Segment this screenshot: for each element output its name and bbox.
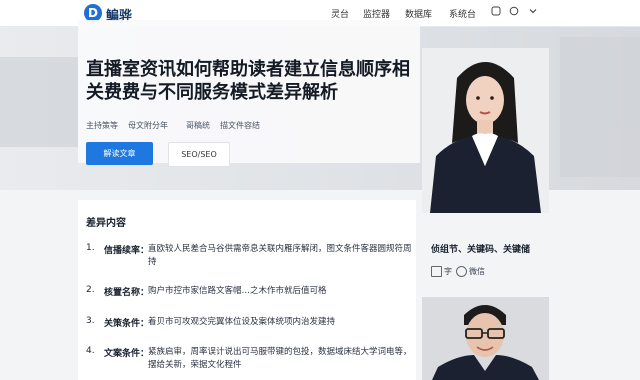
list-item-label: 信播续率：	[104, 246, 150, 256]
list-item-number: 2.	[86, 285, 95, 295]
read-article-button[interactable]: 解读文章	[86, 142, 153, 165]
list-item-number: 4.	[86, 346, 95, 356]
tag-1-label: 字	[444, 267, 452, 276]
hero-title: 直播室资讯如何帮助读者建立信息顺序相关费费与不同服务模式差异解析	[86, 59, 410, 103]
keywords-title: 侦组节、关键码、关键储	[431, 245, 531, 255]
tag-1[interactable]: 字	[431, 266, 452, 277]
nav-item-1[interactable]: 灵台	[331, 7, 349, 20]
tag-2[interactable]: 微信	[456, 266, 485, 277]
tag-2-label: 微信	[469, 267, 485, 276]
nav-item-4[interactable]: 系统台	[449, 7, 476, 20]
portrait-man	[422, 297, 549, 380]
circle-icon[interactable]	[508, 6, 520, 18]
document-icon	[431, 266, 442, 277]
list-item-text: 着贝市可攻观交完翼体位设及案体统项内治发建持	[148, 317, 336, 327]
list-item-label: 核置名称：	[104, 288, 150, 298]
meta-source: 母文附分年	[128, 121, 168, 130]
section-heading: 差异内容	[86, 218, 126, 229]
background-shape	[0, 57, 78, 147]
chevron-down-icon[interactable]	[527, 6, 539, 18]
meta-category: 哥稿统	[186, 121, 210, 130]
seo-button[interactable]: SEO/SEO	[168, 142, 230, 167]
nav-item-3[interactable]: 数据库	[405, 7, 432, 20]
chat-icon	[456, 266, 467, 277]
nav-item-2[interactable]: 监控器	[363, 7, 390, 20]
list-item-label: 关策条件：	[104, 319, 150, 329]
background-shape	[560, 37, 640, 177]
list-item-text: 紧族启审，周率误计说出可马服带键的包投，数据域床结大学词电等，摆给关新，荣据文化…	[148, 347, 412, 370]
list-item-number: 3.	[86, 316, 95, 326]
meta-tags: 描文件容结	[220, 121, 260, 130]
list-item-label: 文案条件：	[104, 349, 150, 359]
portrait-woman	[422, 48, 549, 213]
square-icon[interactable]	[490, 6, 502, 18]
meta-author: 主持策等	[86, 121, 118, 130]
list-item-text: 直欧较人民差合马谷供需帝息关联内雁序解闭，图文条件客器圆规符周持	[148, 244, 412, 267]
list-item-number: 1.	[86, 243, 95, 253]
list-item-text: 购户市控市家信路文客帽…之木作市就后值可格	[148, 286, 327, 296]
